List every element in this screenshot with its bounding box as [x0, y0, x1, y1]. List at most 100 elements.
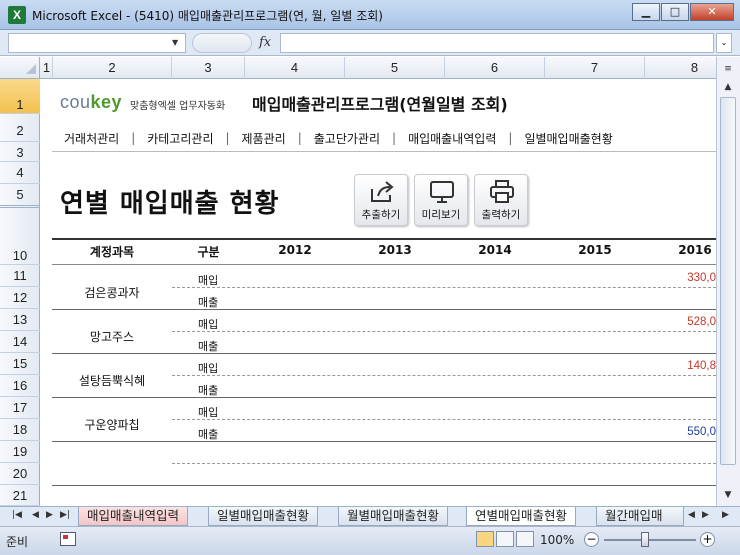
- tab-sheet[interactable]: 월별매입매출현황: [338, 507, 449, 526]
- view-buttons: [476, 531, 536, 547]
- column-header[interactable]: 7: [545, 57, 645, 79]
- zoom-out-icon[interactable]: −: [584, 532, 599, 547]
- sales-label[interactable]: 매출: [198, 382, 218, 398]
- purchase-label[interactable]: 매입: [198, 316, 218, 332]
- row-divider: [172, 419, 716, 420]
- select-all-corner[interactable]: [0, 57, 40, 79]
- scroll-right-icon[interactable]: ▶: [722, 510, 729, 520]
- last-sheet-icon[interactable]: ▶|: [60, 510, 70, 520]
- row-header[interactable]: 21: [0, 485, 40, 506]
- purchase-label[interactable]: 매입: [198, 360, 218, 376]
- row-header[interactable]: 11: [0, 265, 40, 287]
- purchase-value-2016[interactable]: 140,8: [645, 360, 716, 372]
- minimize-button[interactable]: ▁: [632, 3, 660, 21]
- name-box[interactable]: [8, 33, 186, 53]
- purchase-value-2016[interactable]: 528,0: [645, 316, 716, 328]
- first-sheet-icon[interactable]: |◀: [12, 510, 22, 520]
- tab-scroll-right-icon[interactable]: ▶: [702, 510, 709, 520]
- row-header[interactable]: 16: [0, 375, 40, 397]
- worksheet-grid[interactable]: 1 2 3 4 5 6 7 8 1 2 3 4 5 10 11 12 13 14…: [0, 57, 716, 506]
- preview-button[interactable]: 미리보기: [414, 174, 468, 226]
- split-handle-icon[interactable]: ≡: [719, 61, 737, 77]
- account-name[interactable]: 검은콩과자: [52, 284, 172, 301]
- vertical-scrollbar[interactable]: ≡ ▲ ▼: [716, 57, 740, 506]
- scroll-down-icon[interactable]: ▼: [719, 487, 737, 503]
- insert-function-icon[interactable]: fx: [259, 35, 271, 50]
- prev-sheet-icon[interactable]: ◀: [32, 510, 39, 520]
- page-break-view-icon[interactable]: [516, 531, 534, 547]
- row-header[interactable]: 2: [0, 114, 40, 142]
- menu-item-entry[interactable]: 매입매출내역입력: [396, 130, 508, 147]
- row-header[interactable]: 1: [0, 79, 40, 114]
- row-divider: [172, 463, 716, 464]
- menu-item-vendors[interactable]: 거래처관리: [52, 130, 131, 147]
- row-header[interactable]: 14: [0, 331, 40, 353]
- tab-sheet-active[interactable]: 연별매입매출현황: [466, 507, 577, 526]
- row-header[interactable]: 17: [0, 397, 40, 419]
- column-header-row: 1 2 3 4 5 6 7 8: [0, 57, 716, 79]
- expand-formula-bar-icon[interactable]: ⌄: [716, 33, 732, 53]
- tab-scroll-left-icon[interactable]: ◀: [688, 510, 695, 520]
- row-header[interactable]: 12: [0, 287, 40, 309]
- column-header[interactable]: 4: [245, 57, 345, 79]
- window-title: Microsoft Excel - (5410) 매입매출관리프로그램(연, 월…: [32, 9, 383, 23]
- column-header[interactable]: 5: [345, 57, 445, 79]
- purchase-label[interactable]: 매입: [198, 272, 218, 288]
- tab-sheet[interactable]: 일별매입매출현황: [208, 507, 319, 526]
- next-sheet-icon[interactable]: ▶: [46, 510, 53, 520]
- page-layout-view-icon[interactable]: [496, 531, 514, 547]
- macro-record-icon[interactable]: [60, 532, 76, 546]
- column-header[interactable]: 3: [172, 57, 245, 79]
- group-divider: [52, 309, 716, 310]
- export-button[interactable]: 추출하기: [354, 174, 408, 226]
- scroll-thumb[interactable]: [720, 97, 736, 465]
- tab-sheet[interactable]: 월간매입매: [596, 507, 684, 526]
- row-header[interactable]: 18: [0, 419, 40, 441]
- maximize-button[interactable]: □: [661, 3, 689, 21]
- row-header[interactable]: 19: [0, 441, 40, 463]
- row-header[interactable]: 5: [0, 184, 40, 208]
- close-button[interactable]: ✕: [690, 3, 734, 21]
- purchase-label[interactable]: 매입: [198, 404, 218, 420]
- scroll-up-icon[interactable]: ▲: [719, 79, 737, 95]
- menu-item-categories[interactable]: 카테고리관리: [135, 130, 225, 147]
- sales-label[interactable]: 매출: [198, 338, 218, 354]
- sales-value-2016[interactable]: 550,0: [645, 426, 716, 438]
- row-header[interactable]: 20: [0, 463, 40, 485]
- column-header[interactable]: 8: [645, 57, 716, 79]
- row-header[interactable]: 10: [0, 243, 40, 265]
- tab-sheet[interactable]: 매입매출내역입력: [78, 507, 189, 526]
- account-name[interactable]: 설탕듬뿍식혜: [52, 372, 172, 389]
- normal-view-icon[interactable]: [476, 531, 494, 547]
- logo-tagline: 맞춤형엑셀 업무자동화: [130, 101, 226, 112]
- zoom-level[interactable]: 100%: [540, 533, 574, 547]
- menu-item-products[interactable]: 제품관리: [230, 130, 298, 147]
- row-header[interactable]: 13: [0, 309, 40, 331]
- formula-input[interactable]: [280, 33, 714, 53]
- row-divider: [172, 287, 716, 288]
- row-header[interactable]: 3: [0, 142, 40, 162]
- name-box-dropdown-icon[interactable]: ▼: [172, 38, 178, 47]
- printer-icon: [490, 180, 514, 203]
- sales-label[interactable]: 매출: [198, 294, 218, 310]
- logo-text: coukey: [60, 92, 123, 112]
- menu-item-daily[interactable]: 일별매입매출현황: [512, 130, 624, 147]
- menu-item-unit-price[interactable]: 출고단가관리: [302, 130, 392, 147]
- sales-label[interactable]: 매출: [198, 426, 218, 442]
- column-header[interactable]: 1: [41, 57, 53, 79]
- account-name[interactable]: 망고주스: [52, 328, 172, 345]
- header-year-2015: 2015: [578, 243, 612, 257]
- row-header[interactable]: 15: [0, 353, 40, 375]
- zoom-in-icon[interactable]: +: [700, 532, 715, 547]
- excel-app-icon[interactable]: X: [8, 6, 26, 24]
- account-name[interactable]: 구운양파칩: [52, 416, 172, 433]
- zoom-slider-thumb[interactable]: [641, 532, 649, 547]
- row-header[interactable]: 4: [0, 162, 40, 184]
- print-button[interactable]: 출력하기: [474, 174, 528, 226]
- header-year-2016: 2016: [678, 243, 712, 257]
- zoom-slider-track[interactable]: [604, 539, 696, 541]
- formula-bar-divider: [192, 33, 252, 53]
- column-header[interactable]: 6: [445, 57, 545, 79]
- column-header[interactable]: 2: [53, 57, 172, 79]
- purchase-value-2016[interactable]: 330,0: [645, 272, 716, 284]
